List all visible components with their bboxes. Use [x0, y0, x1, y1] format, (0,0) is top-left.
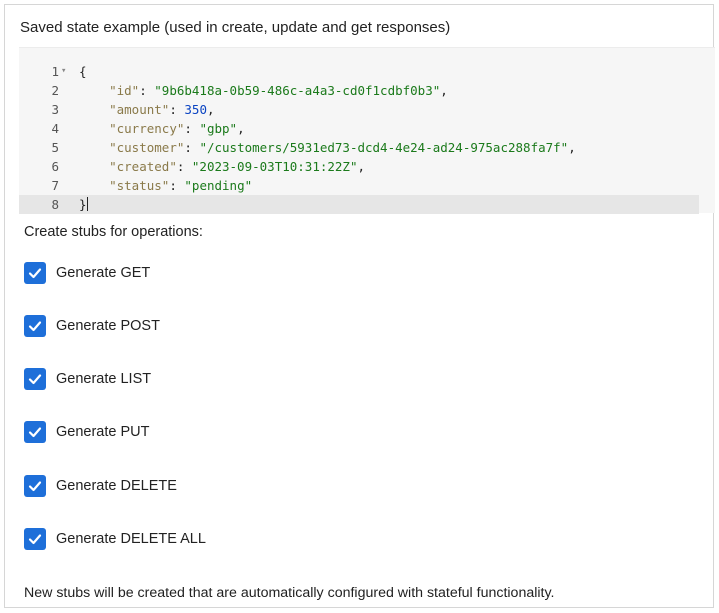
fold-arrow-icon[interactable]: ▾	[61, 62, 66, 81]
saved-state-panel: Saved state example (used in create, upd…	[4, 4, 715, 608]
json-key: "customer"	[109, 140, 185, 155]
checkbox-generate-put[interactable]	[24, 421, 46, 443]
line-number: 8	[51, 197, 59, 212]
checkbox-generate-delete[interactable]	[24, 475, 46, 497]
checkbox-label[interactable]: Generate DELETE ALL	[56, 531, 206, 547]
checkbox-row-generate-delete-all[interactable]: Generate DELETE ALL	[24, 527, 206, 551]
operations-label: Create stubs for operations:	[24, 224, 203, 240]
code-text: "status": "pending"	[109, 178, 253, 193]
checkbox-label[interactable]: Generate GET	[56, 265, 150, 281]
code-text: "customer": "/customers/5931ed73-dcd4-4e…	[109, 140, 576, 155]
code-text: {	[79, 64, 87, 79]
checkbox-generate-list[interactable]	[24, 368, 46, 390]
text-cursor	[86, 197, 88, 211]
checkbox-row-generate-put[interactable]: Generate PUT	[24, 420, 150, 444]
code-text: "amount": 350,	[109, 102, 215, 117]
checkmark-icon	[28, 481, 42, 492]
json-value: "pending"	[184, 178, 253, 193]
code-text: "created": "2023-09-03T10:31:22Z",	[109, 159, 366, 174]
checkmark-icon	[28, 268, 42, 279]
saved-state-heading: Saved state example (used in create, upd…	[20, 19, 451, 36]
json-value: 350	[184, 102, 207, 117]
stateful-note: New stubs will be created that are autom…	[24, 585, 555, 601]
code-line: 6 "created": "2023-09-03T10:31:22Z",	[19, 157, 699, 176]
json-code-editor[interactable]: 1 ▾ {2 "id": "9b6b418a-0b59-486c-a4a3-cd0f…	[19, 47, 715, 214]
json-value: "gbp"	[199, 121, 238, 136]
checkmark-icon	[28, 321, 42, 332]
checkbox-label[interactable]: Generate PUT	[56, 424, 150, 440]
json-value: "/customers/5931ed73-dcd4-4e24-ad24-975a…	[199, 140, 569, 155]
code-line: 4 "currency": "gbp",	[19, 119, 699, 138]
json-value: "2023-09-03T10:31:22Z"	[191, 159, 358, 174]
line-number: 4	[51, 121, 59, 136]
checkbox-row-generate-delete[interactable]: Generate DELETE	[24, 474, 177, 498]
checkmark-icon	[28, 374, 42, 385]
code-line: 1 ▾ {	[19, 62, 699, 81]
json-key: "id"	[109, 83, 140, 98]
code-line: 3 "amount": 350,	[19, 100, 699, 119]
code-text: "id": "9b6b418a-0b59-486c-a4a3-cd0f1cdbf…	[109, 83, 448, 98]
checkbox-generate-delete-all[interactable]	[24, 528, 46, 550]
json-key: "created"	[109, 159, 177, 174]
line-number: 5	[51, 140, 59, 155]
code-line: 5 "customer": "/customers/5931ed73-dcd4-…	[19, 138, 699, 157]
checkbox-row-generate-list[interactable]: Generate LIST	[24, 367, 151, 391]
checkbox-generate-post[interactable]	[24, 315, 46, 337]
line-number: 2	[51, 83, 59, 98]
code-line: 7 "status": "pending"	[19, 176, 699, 195]
line-number: 3	[51, 102, 59, 117]
code-text: }	[79, 195, 88, 214]
checkbox-row-generate-get[interactable]: Generate GET	[24, 261, 150, 285]
code-line: 2 "id": "9b6b418a-0b59-486c-a4a3-cd0f1cd…	[19, 81, 699, 100]
checkbox-generate-get[interactable]	[24, 262, 46, 284]
checkbox-label[interactable]: Generate LIST	[56, 371, 151, 387]
checkbox-label[interactable]: Generate DELETE	[56, 478, 177, 494]
checkbox-label[interactable]: Generate POST	[56, 318, 160, 334]
json-value: "9b6b418a-0b59-486c-a4a3-cd0f1cdbf0b3"	[154, 83, 441, 98]
checkmark-icon	[28, 427, 42, 438]
checkbox-row-generate-post[interactable]: Generate POST	[24, 314, 160, 338]
line-number: 1	[51, 64, 59, 79]
line-number: 7	[51, 178, 59, 193]
closing-brace: }	[79, 197, 87, 212]
json-key: "amount"	[109, 102, 170, 117]
line-number: 6	[51, 159, 59, 174]
checkmark-icon	[28, 534, 42, 545]
code-text: "currency": "gbp",	[109, 121, 245, 136]
json-key: "currency"	[109, 121, 185, 136]
code-line: 8}	[19, 195, 699, 214]
json-key: "status"	[109, 178, 170, 193]
